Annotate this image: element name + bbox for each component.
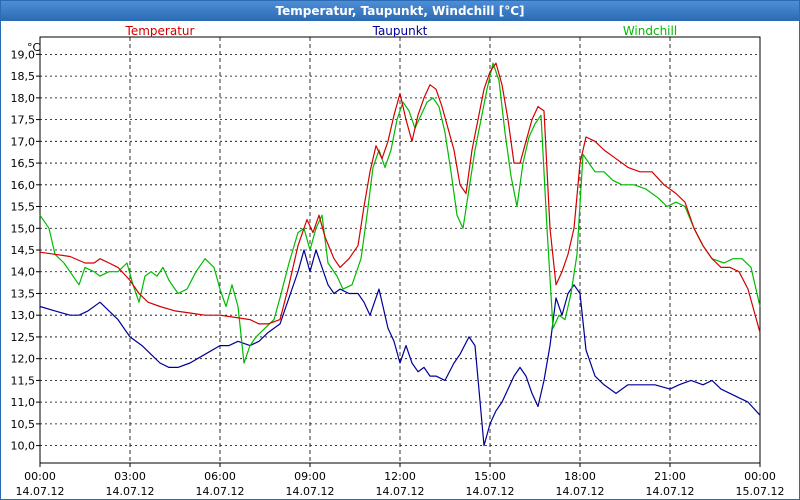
x-tick-time: 15:00	[474, 470, 506, 483]
y-tick-label: 17,5	[11, 114, 36, 127]
y-tick-label: 13,0	[11, 309, 36, 322]
y-tick-label: 11,5	[11, 374, 36, 387]
y-axis-ticks: 10,0 10,5 11,0 11,5 12,0 12,5 13,0 13,5 14,0 14,5…	[11, 48, 40, 453]
y-tick-label: 17,0	[11, 135, 36, 148]
y-tick-label: 15,0	[11, 222, 36, 235]
y-tick-label: 18,0	[11, 92, 36, 105]
x-tick-time: 00:00	[744, 470, 776, 483]
line-chart: 10,0 10,5 11,0 11,5 12,0 12,5 13,0 13,5 14,0 14,5…	[11, 24, 785, 498]
legend-temperatur: Temperatur	[125, 24, 195, 38]
legend: Temperatur Taupunkt Windchill	[125, 24, 678, 38]
x-tick-date: 14.07.12	[286, 485, 335, 498]
legend-taupunkt: Taupunkt	[372, 24, 428, 38]
x-tick-date: 14.07.12	[466, 485, 515, 498]
y-tick-label: 16,0	[11, 179, 36, 192]
x-tick-time: 00:00	[24, 470, 56, 483]
y-tick-label: 16,5	[11, 157, 36, 170]
x-tick-date: 14.07.12	[196, 485, 245, 498]
x-tick-date: 14.07.12	[376, 485, 425, 498]
x-tick-time: 21:00	[654, 470, 686, 483]
x-tick-date: 14.07.12	[646, 485, 695, 498]
legend-windchill: Windchill	[623, 24, 677, 38]
x-tick-date: 14.07.12	[556, 485, 605, 498]
x-tick-time: 12:00	[384, 470, 416, 483]
x-tick-date: 14.07.12	[16, 485, 65, 498]
y-tick-label: 18,5	[11, 70, 36, 83]
y-tick-label: 12,5	[11, 331, 36, 344]
y-tick-label: 10,5	[11, 418, 36, 431]
y-tick-label: 11,0	[11, 396, 36, 409]
x-tick-time: 03:00	[114, 470, 146, 483]
y-tick-label: 13,5	[11, 287, 36, 300]
y-tick-label: 15,5	[11, 201, 36, 214]
x-axis-ticks: 00:00 14.07.12 03:00 14.07.12 06:00 14.07.12 0…	[16, 463, 785, 498]
y-tick-label: 14,0	[11, 266, 36, 279]
x-tick-date: 14.07.12	[106, 485, 155, 498]
y-tick-label: 14,5	[11, 244, 36, 257]
x-tick-time: 06:00	[204, 470, 236, 483]
x-tick-date: 15.07.12	[736, 485, 785, 498]
y-axis-unit-label: °C	[27, 41, 41, 54]
y-tick-label: 12,0	[11, 353, 36, 366]
x-tick-time: 09:00	[294, 470, 326, 483]
y-tick-label: 10,0	[11, 440, 36, 453]
x-tick-time: 18:00	[564, 470, 596, 483]
